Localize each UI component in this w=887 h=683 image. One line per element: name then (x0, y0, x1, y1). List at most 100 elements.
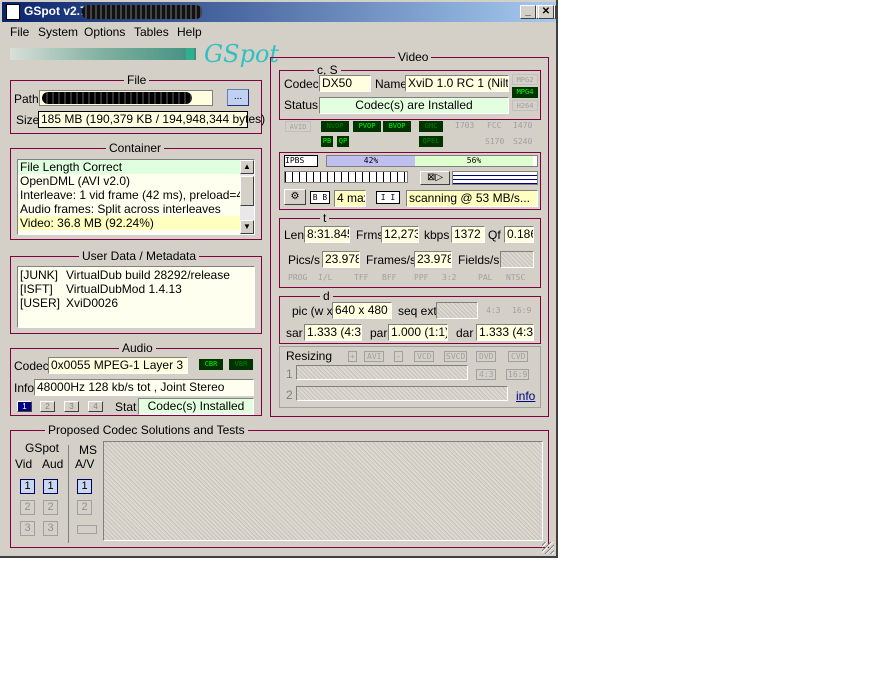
resize-grip-icon[interactable] (542, 542, 554, 554)
scroll-down-icon[interactable]: ▼ (240, 220, 254, 234)
mpg4-badge: MPG4 (512, 87, 538, 98)
fcc-label: FCC (487, 121, 502, 130)
b-frames-fill: 56% (415, 156, 533, 166)
dar-label: dar (456, 326, 474, 340)
pic-field: 640 x 480 (332, 302, 392, 319)
aud-solution-1-button[interactable]: 1 (43, 479, 58, 494)
dimensions-title: d (320, 289, 333, 303)
audio-info-label: Info (14, 381, 35, 395)
resizing-subpanel: Resizing + AVI - VCD SVCD DVD CVD 1 4:3 … (279, 346, 541, 408)
resize-dvd-button[interactable]: DVD (476, 351, 497, 362)
p-frames-fill: 42% (327, 156, 415, 166)
app-icon (6, 4, 20, 20)
pic-label: pic (w x (292, 304, 333, 318)
close-button[interactable]: ✕ (538, 5, 554, 19)
vid-solution-1-button[interactable]: 1 (20, 479, 35, 494)
gspot-logo: GSpot (204, 40, 280, 68)
container-panel-title: Container (106, 141, 165, 155)
userdata-panel-title: User Data / Metadata (79, 249, 200, 263)
userdata-list[interactable]: [JUNK] VirtualDub build 28292/release [IS… (17, 266, 255, 328)
audio-track-1-button[interactable]: 1 (17, 401, 32, 412)
menu-options[interactable]: Options (84, 25, 125, 39)
scroll-up-icon[interactable]: ▲ (240, 160, 254, 174)
userdata-row: [ISFT] VirtualDubMod 1.4.13 (20, 282, 182, 296)
container-line: File Length Correct (18, 160, 254, 174)
frame-types-box: IPBS (284, 155, 318, 167)
par-label: par (370, 326, 388, 340)
file-panel-title: File (124, 73, 150, 87)
resize-row1-field (296, 365, 468, 380)
pulldown-badge: 3:2 (442, 273, 457, 282)
gear-icon[interactable]: ⚙ (284, 189, 306, 205)
path-field[interactable] (39, 90, 213, 106)
resize-avi-button[interactable]: AVI (364, 351, 385, 362)
resize-row2-label: 2 (286, 388, 293, 402)
vbr-indicator: VBR (229, 359, 253, 370)
h264-badge: H264 (512, 100, 538, 111)
ppf-badge: PPF (414, 273, 429, 282)
minimize-button[interactable]: _ (520, 5, 536, 19)
seqext-label: seq ext (398, 304, 437, 318)
menu-tables[interactable]: Tables (134, 25, 169, 39)
menu-bar: File System Options Tables Help (2, 23, 556, 41)
play-scan-icon[interactable]: ⊠▷ (420, 171, 450, 185)
pics-label: Pics/s (288, 253, 321, 267)
container-list[interactable]: File Length Correct OpenDML (AVI v2.0) I… (17, 159, 255, 235)
audio-track-2-button[interactable]: 2 (40, 401, 55, 412)
audio-track-3-button[interactable]: 3 (64, 401, 79, 412)
scroll-thumb[interactable] (240, 176, 254, 206)
ms-solution-2-button[interactable]: 2 (77, 500, 92, 515)
resize-plus-button[interactable]: + (348, 351, 357, 362)
video-codec-subpanel: c, S Codec DX50 Name XviD 1.0 RC 1 (Nilt… (279, 63, 541, 120)
resize-cvd-button[interactable]: CVD (508, 351, 529, 362)
vid-solution-3-button[interactable]: 3 (20, 521, 35, 536)
fields-field (500, 251, 534, 268)
menu-system[interactable]: System (38, 25, 78, 39)
aud-solution-3-button[interactable]: 3 (43, 521, 58, 536)
prog-badge: PROG (288, 273, 308, 282)
tff-badge: TFF (354, 273, 369, 282)
redacted-title-scribble (82, 5, 202, 19)
resizing-label: Resizing (286, 349, 333, 363)
audio-track-4-button[interactable]: 4 (88, 401, 103, 412)
browse-button[interactable]: ... (227, 89, 249, 106)
userdata-row: [USER] XviD0026 (20, 296, 119, 310)
nvop-flag: NVOP (321, 121, 349, 132)
cbr-indicator: CBR (199, 359, 223, 370)
file-panel: File Path ... Size 185 MB (190,379 KB / … (10, 73, 265, 134)
menu-help[interactable]: Help (177, 25, 202, 39)
resize-vcd-button[interactable]: VCD (414, 351, 435, 362)
ms-av-indicator (77, 525, 97, 534)
bff-badge: BFF (382, 273, 397, 282)
frame-distribution-bar: 42% 56% (326, 155, 538, 167)
container-line: OpenDML (AVI v2.0) (20, 174, 131, 188)
resize-row1-169-badge: 16:9 (506, 369, 530, 380)
timing-title: t (320, 211, 330, 225)
container-scrollbar[interactable]: ▲ ▼ (240, 160, 254, 234)
fields-label: Fields/s (458, 253, 500, 267)
video-status-field: Codec(s) are Installed (319, 97, 509, 114)
ms-col-label: MS (79, 443, 97, 457)
resize-row1-43-badge: 4:3 (476, 369, 497, 380)
dar-field: 1.333 (4:3) (476, 324, 534, 341)
frame-type-subpanel: IPBS 42% 56% ⊠▷ ⚙ B B 4 max I I scanning… (279, 152, 541, 210)
proposed-panel-title: Proposed Codec Solutions and Tests (45, 423, 248, 437)
audio-codec-label: Codec (14, 359, 49, 373)
s240-label: S240 (513, 137, 533, 146)
resize-svcd-button[interactable]: SVCD (444, 351, 468, 362)
ms-solution-1-button[interactable]: 1 (77, 479, 92, 494)
qf-label: Qf (488, 228, 501, 242)
info-link[interactable]: info (516, 389, 535, 403)
title-bar[interactable]: GSpot v2.70a _ □ (2, 2, 556, 22)
pvop-flag: PVOP (353, 121, 381, 132)
vid-solution-2-button[interactable]: 2 (20, 500, 35, 515)
kbps-label: kbps (424, 228, 450, 242)
resize-minus-button[interactable]: - (394, 351, 403, 362)
aud-solution-2-button[interactable]: 2 (43, 500, 58, 515)
aud-col-label: Aud (42, 457, 64, 471)
ar-43-badge: 4:3 (486, 306, 501, 315)
logo-gradient-bar (10, 48, 196, 60)
menu-file[interactable]: File (10, 25, 29, 39)
bvop-flag: BVOP (383, 121, 411, 132)
qpel-flag: QPEL (419, 136, 443, 147)
